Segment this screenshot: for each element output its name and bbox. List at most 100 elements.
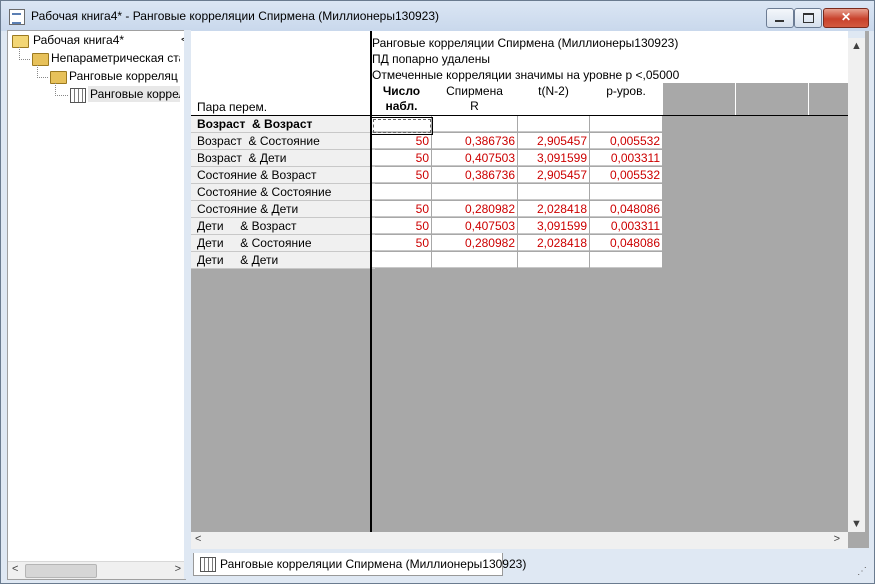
scroll-right-icon[interactable]: > [175,563,181,575]
tree-item-label: Рабочая книга4* [33,33,125,47]
table-cell[interactable]: 50 [372,218,431,234]
row-label[interactable]: Возраст & Возраст [191,116,375,133]
minimize-icon [775,20,784,22]
vertical-scrollbar[interactable]: ▲ ▼ [848,38,865,532]
table-cell[interactable]: 0,003311 [590,150,662,166]
table-cell[interactable] [518,184,589,200]
table-cell[interactable]: 0,407503 [432,150,517,166]
header-note: ПД попарно удалены [372,52,490,66]
table-icon [70,88,86,103]
table-cell[interactable] [432,116,517,132]
sheet-tab[interactable]: Ранговые корреляции Спирмена (Миллионеры… [193,553,526,576]
tree-item-label: Ранговые корреля [88,86,180,102]
tree-horizontal-scrollbar[interactable]: < > [8,561,185,579]
table-cell[interactable] [590,252,662,268]
pane-splitter[interactable] [184,30,191,579]
minimize-button[interactable] [766,8,794,28]
table-cell[interactable] [432,184,517,200]
row-label[interactable]: Дети & Дети [191,252,375,269]
maximize-button[interactable] [794,8,822,28]
empty-column-header[interactable] [663,83,735,116]
table-cell[interactable]: 50 [372,167,431,183]
table-cell[interactable] [372,252,431,268]
pair-column-divider [370,31,372,533]
horizontal-scrollbar[interactable]: < > [191,532,848,549]
row-label[interactable]: Возраст & Состояние [191,133,375,150]
header-title: Ранговые корреляции Спирмена (Миллионеры… [372,36,679,50]
table-cell[interactable]: 2,905457 [518,167,589,183]
table-cell[interactable]: 2,028418 [518,235,589,251]
table-cell[interactable] [590,116,662,132]
resize-grip-icon[interactable]: ⋰ [857,566,867,577]
column-header-n[interactable]: Число набл. [372,83,431,116]
maximize-icon [803,13,814,23]
table-cell[interactable]: 0,048086 [590,235,662,251]
table-cell[interactable]: 0,280982 [432,201,517,217]
table-cell[interactable]: 50 [372,133,431,149]
table-cell[interactable]: 0,003311 [590,218,662,234]
table-cell[interactable]: 2,028418 [518,201,589,217]
column-header-t[interactable]: t(N-2) [518,83,589,116]
column-header-p[interactable]: p-уров. [590,83,662,116]
table-cell[interactable]: 0,005532 [590,133,662,149]
row-label[interactable]: Дети & Возраст [191,218,375,235]
table-cell[interactable] [518,116,589,132]
scroll-down-icon[interactable]: ▼ [851,518,862,530]
title-bar[interactable]: Рабочая книга4* - Ранговые корреляции Сп… [1,1,874,31]
empty-column-header[interactable] [809,83,848,116]
tree-item-rank-correlations-folder[interactable]: Ранговые корреляц [10,68,180,86]
row-label[interactable]: Состояние & Состояние [191,184,375,201]
scroll-left-icon[interactable]: < [195,533,201,545]
column-header-line: Число [382,84,421,98]
table-cell[interactable]: 3,091599 [518,150,589,166]
table-cell[interactable]: 50 [372,201,431,217]
scrollbar-thumb[interactable] [25,564,97,578]
tree-item-label: Ранговые корреляц [69,69,178,83]
workbook-tree: < Рабочая книга4* Непараметрическая ста … [7,30,187,580]
column-header-line: набл. [385,99,418,113]
workbook-icon [9,9,25,25]
table-cell[interactable]: 50 [372,235,431,251]
scroll-up-icon[interactable]: ▲ [851,40,862,52]
table-cell[interactable] [372,184,431,200]
table-cell[interactable]: 0,005532 [590,167,662,183]
column-header-line: t(N-2) [538,84,569,98]
spreadsheet: Ранговые корреляции Спирмена (Миллионеры… [191,31,869,548]
table-cell[interactable]: 3,091599 [518,218,589,234]
tree-item-label: Непараметрическая ста [51,51,180,65]
row-label[interactable]: Дети & Состояние [191,235,375,252]
tree-item-workbook[interactable]: Рабочая книга4* [10,32,175,50]
row-label[interactable]: Возраст & Дети [191,150,375,167]
header-divider [191,115,371,116]
sheet-tab-bar: Ранговые корреляции Спирмена (Миллионеры… [191,549,869,579]
close-icon: ✕ [840,10,852,24]
table-cell[interactable]: 0,407503 [432,218,517,234]
header-significance: Отмеченные корреляции значимы на уровне … [372,68,680,82]
tree-item-rank-correlations-table[interactable]: Ранговые корреля [10,86,180,104]
pair-column-header[interactable]: Пара перем. [197,100,267,114]
scroll-right-icon[interactable]: > [834,533,840,545]
table-cell[interactable]: 2,905457 [518,133,589,149]
selected-cell[interactable] [371,117,433,135]
tree-item-nonparametric[interactable]: Непараметрическая ста [10,50,180,68]
close-button[interactable]: ✕ [823,8,869,28]
header-divider [370,115,848,116]
table-cell[interactable]: 0,048086 [590,201,662,217]
column-header-line: p-уров. [606,84,646,98]
column-header-line: Спирмена [446,84,503,98]
row-label[interactable]: Состояние & Возраст [191,167,375,184]
table-cell[interactable] [432,252,517,268]
table-cell[interactable]: 0,386736 [432,167,517,183]
row-label[interactable]: Состояние & Дети [191,201,375,218]
table-cell[interactable]: 0,386736 [432,133,517,149]
column-header-line: R [470,99,479,113]
sheet-tab-label: Ранговые корреляции Спирмена (Миллионеры… [220,557,527,571]
column-header-spearman-r[interactable]: Спирмена R [432,83,517,116]
scroll-left-icon[interactable]: < [12,563,18,575]
table-cell[interactable] [518,252,589,268]
table-cell[interactable]: 0,280982 [432,235,517,251]
table-cell[interactable] [590,184,662,200]
results-grid: Ранговые корреляции Спирмена (Миллионеры… [191,31,848,533]
table-cell[interactable]: 50 [372,150,431,166]
empty-column-header[interactable] [736,83,808,116]
